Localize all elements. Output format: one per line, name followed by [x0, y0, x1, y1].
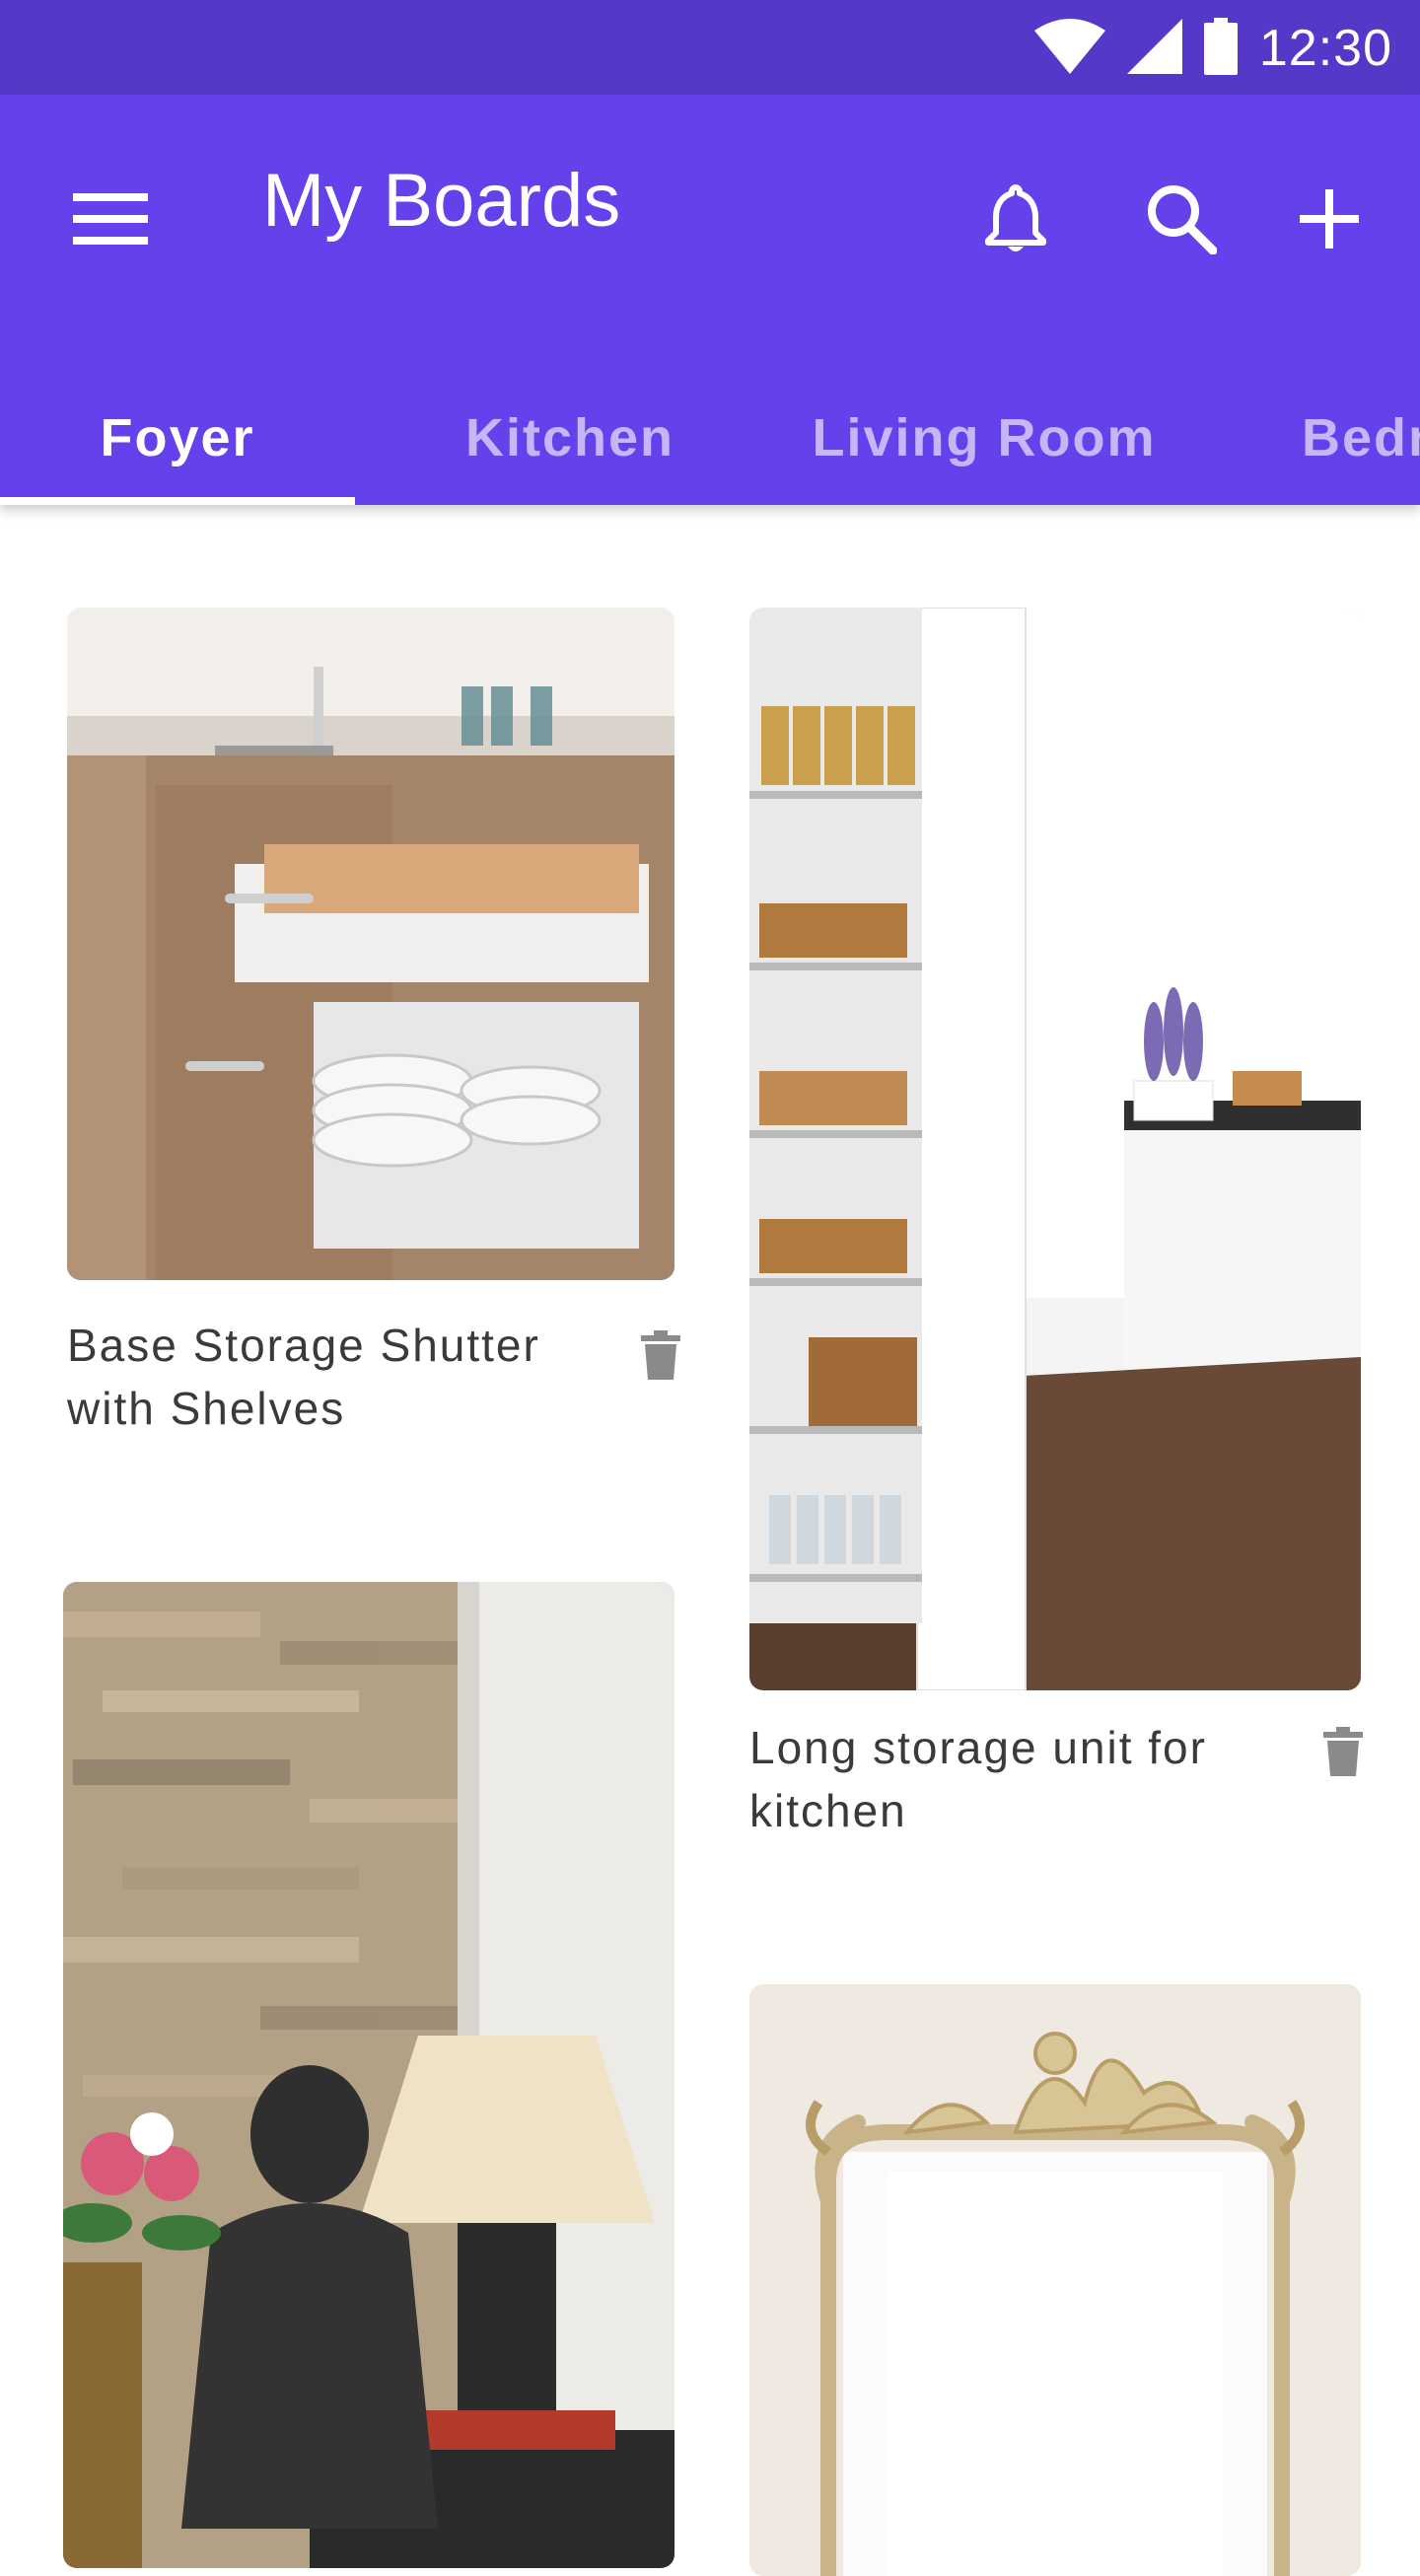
- menu-icon: [73, 191, 148, 251]
- status-time: 12:30: [1258, 20, 1392, 77]
- bell-icon: [984, 183, 1047, 259]
- page-title: My Boards: [262, 159, 621, 243]
- trash-icon: [1323, 1726, 1363, 1781]
- app-bar: My Boards Foyer Kitchen Living Room Bedr: [0, 95, 1420, 505]
- signal-icon: [1126, 18, 1182, 79]
- tab-living-room[interactable]: Living Room: [785, 371, 1183, 505]
- add-icon: [1300, 188, 1359, 253]
- tab-indicator: [0, 497, 355, 505]
- card-caption: Long storage unit for kitchen: [749, 1722, 1207, 1836]
- card-image-drawer[interactable]: [67, 608, 674, 1280]
- delete-button[interactable]: [623, 1320, 698, 1395]
- menu-button[interactable]: [59, 170, 162, 272]
- delete-button[interactable]: [1306, 1716, 1381, 1791]
- card-caption: Base Storage Shutter with Shelves: [67, 1320, 540, 1434]
- pantry-illustration: [749, 608, 1361, 1690]
- card-image-pantry[interactable]: [749, 608, 1361, 1690]
- card-image-buddha[interactable]: [63, 1582, 674, 2568]
- search-button[interactable]: [1122, 162, 1241, 280]
- wifi-icon: [1033, 18, 1105, 79]
- trash-icon: [641, 1329, 680, 1385]
- drawer-illustration: [67, 608, 674, 1280]
- add-board-button[interactable]: [1270, 162, 1388, 280]
- notifications-button[interactable]: [957, 162, 1075, 280]
- status-bar: 12:30: [0, 0, 1420, 95]
- tab-bar: Foyer Kitchen Living Room Bedr: [0, 371, 1420, 505]
- card-image-mirror[interactable]: [749, 1984, 1361, 2576]
- status-icons: 12:30: [1033, 14, 1392, 83]
- search-icon: [1146, 183, 1220, 259]
- battery-icon: [1203, 17, 1238, 80]
- tab-foyer[interactable]: Foyer: [0, 371, 355, 505]
- mirror-illustration: [749, 1984, 1361, 2576]
- tab-bedroom[interactable]: Bedr: [1242, 371, 1420, 505]
- buddha-illustration: [63, 1582, 674, 2568]
- tab-kitchen[interactable]: Kitchen: [355, 371, 785, 505]
